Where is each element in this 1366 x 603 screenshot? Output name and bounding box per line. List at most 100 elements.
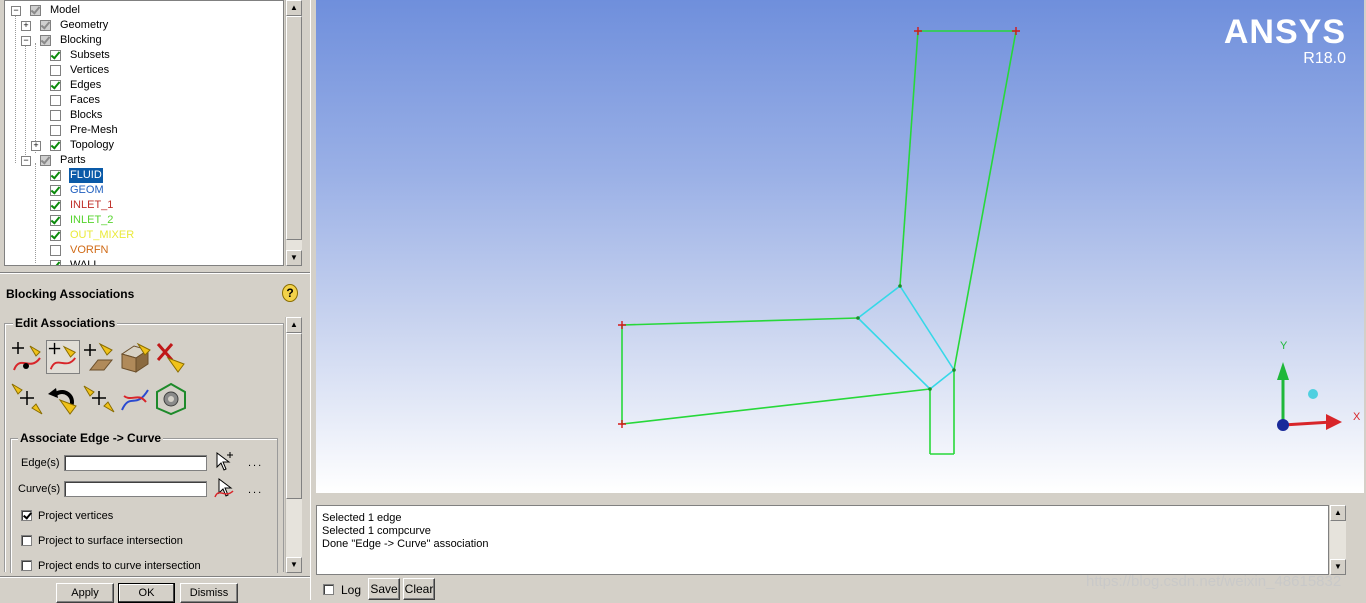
select-edges-icon[interactable] bbox=[213, 451, 235, 473]
associate-edge-surface-icon[interactable] bbox=[82, 340, 116, 374]
tree-item-wall[interactable]: WALL bbox=[5, 258, 275, 265]
visibility-checkbox[interactable] bbox=[30, 5, 41, 16]
tree-item-vertices[interactable]: Vertices bbox=[5, 63, 275, 78]
tree-item-geom[interactable]: GEOM bbox=[5, 183, 275, 198]
vertex[interactable] bbox=[898, 284, 902, 288]
reset-association-icon[interactable] bbox=[10, 382, 44, 416]
block-edge[interactable] bbox=[621, 317, 859, 326]
scroll-up-icon[interactable]: ▲ bbox=[286, 0, 302, 16]
edges-more[interactable]: ... bbox=[248, 457, 263, 469]
tree-item-blocking[interactable]: − Blocking bbox=[5, 33, 275, 48]
block-edge[interactable] bbox=[899, 30, 919, 287]
tree-scrollbar[interactable]: ▲ ▼ bbox=[285, 0, 302, 266]
group-curve-icon[interactable] bbox=[154, 382, 188, 416]
apply-button[interactable]: Apply bbox=[56, 583, 114, 603]
update-associations-icon[interactable] bbox=[118, 382, 152, 416]
block-edge-selected[interactable] bbox=[929, 369, 955, 390]
undo-icon[interactable] bbox=[46, 382, 80, 416]
log-checkbox[interactable] bbox=[323, 584, 334, 595]
visibility-checkbox[interactable] bbox=[50, 260, 61, 265]
vertex[interactable] bbox=[928, 387, 932, 391]
visibility-checkbox[interactable] bbox=[50, 95, 61, 106]
expand-icon[interactable]: + bbox=[21, 21, 31, 31]
curves-input[interactable] bbox=[64, 481, 207, 497]
block-edge-selected[interactable] bbox=[857, 285, 901, 319]
message-line: Done "Edge -> Curve" association bbox=[322, 538, 489, 550]
tree-item-edges[interactable]: Edges bbox=[5, 78, 275, 93]
visibility-checkbox[interactable] bbox=[50, 80, 61, 91]
vertex-marker[interactable] bbox=[1012, 27, 1020, 35]
tree-item-out-mixer[interactable]: OUT_MIXER bbox=[5, 228, 275, 243]
tree-item-parts[interactable]: − Parts bbox=[5, 153, 275, 168]
visibility-checkbox[interactable] bbox=[50, 65, 61, 76]
visibility-checkbox[interactable] bbox=[50, 215, 61, 226]
tree-item-topology[interactable]: + Topology bbox=[5, 138, 275, 153]
visibility-checkbox[interactable] bbox=[50, 245, 61, 256]
project-vertices-checkbox[interactable] bbox=[21, 510, 32, 521]
vertex-marker[interactable] bbox=[618, 420, 626, 428]
block-edge-selected[interactable] bbox=[857, 317, 931, 390]
snap-project-icon[interactable] bbox=[82, 382, 116, 416]
help-icon[interactable]: ? bbox=[282, 284, 298, 302]
vertex-marker[interactable] bbox=[914, 27, 922, 35]
splitter[interactable] bbox=[0, 272, 310, 274]
associate-edge-curve-icon[interactable] bbox=[46, 340, 80, 374]
project-ends-curve-intersection-checkbox[interactable] bbox=[21, 560, 32, 571]
scroll-up-icon[interactable]: ▲ bbox=[286, 317, 302, 333]
message-window[interactable]: Selected 1 edge Selected 1 compcurve Don… bbox=[316, 505, 1329, 575]
panel-scrollbar[interactable]: ▲ ▼ bbox=[285, 317, 302, 573]
visibility-checkbox[interactable] bbox=[40, 20, 51, 31]
visibility-checkbox[interactable] bbox=[50, 125, 61, 136]
tree-item-premesh[interactable]: Pre-Mesh bbox=[5, 123, 275, 138]
scroll-thumb[interactable] bbox=[286, 16, 302, 240]
tree-item-model[interactable]: − Model bbox=[5, 3, 275, 18]
tree-item-vorfn[interactable]: VORFN bbox=[5, 243, 275, 258]
tree-item-subsets[interactable]: Subsets bbox=[5, 48, 275, 63]
axis-y-label: Y bbox=[1280, 340, 1288, 352]
vertex[interactable] bbox=[856, 316, 860, 320]
ok-button[interactable]: OK bbox=[118, 583, 175, 603]
visibility-checkbox[interactable] bbox=[50, 230, 61, 241]
block-edge[interactable] bbox=[953, 30, 1017, 371]
scroll-thumb[interactable] bbox=[286, 333, 302, 499]
tree-item-faces[interactable]: Faces bbox=[5, 93, 275, 108]
visibility-checkbox[interactable] bbox=[40, 35, 51, 46]
associate-vertex-icon[interactable] bbox=[10, 340, 44, 374]
visibility-checkbox[interactable] bbox=[50, 200, 61, 211]
scroll-down-icon[interactable]: ▼ bbox=[286, 250, 302, 266]
associate-face-icon[interactable] bbox=[118, 340, 152, 374]
collapse-icon[interactable]: − bbox=[21, 156, 31, 166]
tree-item-inlet1[interactable]: INLET_1 bbox=[5, 198, 275, 213]
tree-item-geometry[interactable]: + Geometry bbox=[5, 18, 275, 33]
visibility-checkbox[interactable] bbox=[50, 185, 61, 196]
clear-button[interactable]: Clear bbox=[403, 578, 435, 600]
collapse-icon[interactable]: − bbox=[21, 36, 31, 46]
save-button[interactable]: Save bbox=[368, 578, 400, 600]
scroll-up-icon[interactable]: ▲ bbox=[1330, 505, 1346, 521]
tree-item-fluid[interactable]: FLUID bbox=[5, 168, 275, 183]
select-curves-icon[interactable] bbox=[213, 477, 235, 499]
dismiss-button[interactable]: Dismiss bbox=[180, 583, 238, 603]
block-edge[interactable] bbox=[621, 388, 931, 425]
visibility-checkbox[interactable] bbox=[50, 170, 61, 181]
edges-input[interactable] bbox=[64, 455, 207, 471]
visibility-checkbox[interactable] bbox=[50, 110, 61, 121]
disassociate-icon[interactable] bbox=[154, 340, 188, 374]
scroll-down-icon[interactable]: ▼ bbox=[286, 557, 302, 573]
tree-label: Edges bbox=[70, 79, 102, 91]
expand-icon[interactable]: + bbox=[31, 141, 41, 151]
tree-item-blocks[interactable]: Blocks bbox=[5, 108, 275, 123]
block-edge-selected[interactable] bbox=[899, 285, 955, 371]
visibility-checkbox[interactable] bbox=[50, 140, 61, 151]
curves-more[interactable]: ... bbox=[248, 484, 263, 496]
vertex-marker[interactable] bbox=[618, 321, 626, 329]
tree-item-inlet2[interactable]: INLET_2 bbox=[5, 213, 275, 228]
vertex[interactable] bbox=[952, 368, 956, 372]
blocking-geometry[interactable] bbox=[316, 0, 1364, 493]
visibility-checkbox[interactable] bbox=[50, 50, 61, 61]
message-scrollbar[interactable]: ▲ ▼ bbox=[1330, 505, 1346, 575]
graphics-viewport[interactable]: ANSYS R18.0 Y X bbox=[316, 0, 1364, 493]
visibility-checkbox[interactable] bbox=[40, 155, 51, 166]
collapse-icon[interactable]: − bbox=[11, 6, 21, 16]
project-surface-intersection-checkbox[interactable] bbox=[21, 535, 32, 546]
